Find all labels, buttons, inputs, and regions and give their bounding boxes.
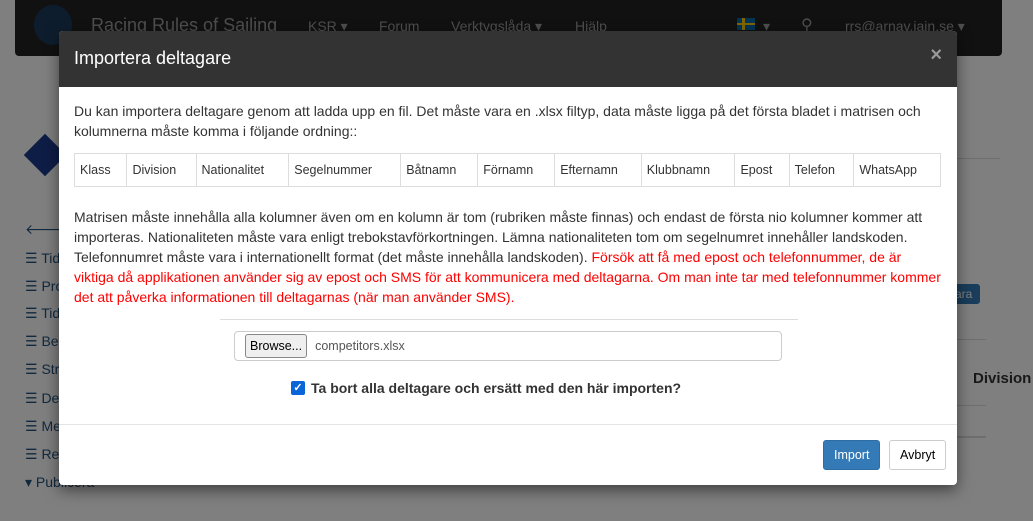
- column-cell: Förnamn: [477, 153, 556, 187]
- cancel-button[interactable]: Avbryt: [889, 440, 947, 470]
- column-cell: Division: [126, 153, 197, 187]
- info-text: Matrisen måste innehålla alla kolumner ä…: [74, 207, 942, 307]
- file-name: competitors.xlsx: [315, 339, 405, 353]
- column-cell: Båtnamn: [400, 153, 479, 187]
- column-cell: WhatsApp: [853, 153, 941, 187]
- divider: [220, 319, 798, 320]
- column-cell: Epost: [734, 153, 790, 187]
- replace-checkbox[interactable]: ✓: [291, 381, 305, 395]
- column-cell: Efternamn: [554, 153, 642, 187]
- column-cell: Nationalitet: [195, 153, 290, 187]
- replace-checkbox-label: Ta bort alla deltagare och ersätt med de…: [311, 380, 682, 396]
- intro-text: Du kan importera deltagare genom att lad…: [74, 103, 921, 139]
- close-icon[interactable]: ×: [930, 44, 942, 67]
- browse-button[interactable]: Browse...: [245, 334, 308, 358]
- modal-body: Du kan importera deltagare genom att lad…: [59, 87, 957, 398]
- modal-footer: Import Avbryt: [59, 424, 957, 485]
- column-cell: Klubbnamn: [640, 153, 736, 187]
- column-cell: Segelnummer: [288, 153, 402, 187]
- import-modal: Importera deltagare × Du kan importera d…: [59, 31, 957, 485]
- columns-table: Klass Division Nationalitet Segelnummer …: [73, 153, 941, 187]
- import-button[interactable]: Import: [823, 440, 881, 470]
- column-cell: Klass: [73, 153, 128, 187]
- modal-title: Importera deltagare: [74, 48, 232, 68]
- replace-checkbox-row[interactable]: ✓ Ta bort alla deltagare och ersätt med …: [291, 378, 942, 398]
- modal-header: Importera deltagare ×: [59, 31, 957, 87]
- column-cell: Telefon: [788, 153, 855, 187]
- file-input[interactable]: Browse... competitors.xlsx: [234, 331, 782, 361]
